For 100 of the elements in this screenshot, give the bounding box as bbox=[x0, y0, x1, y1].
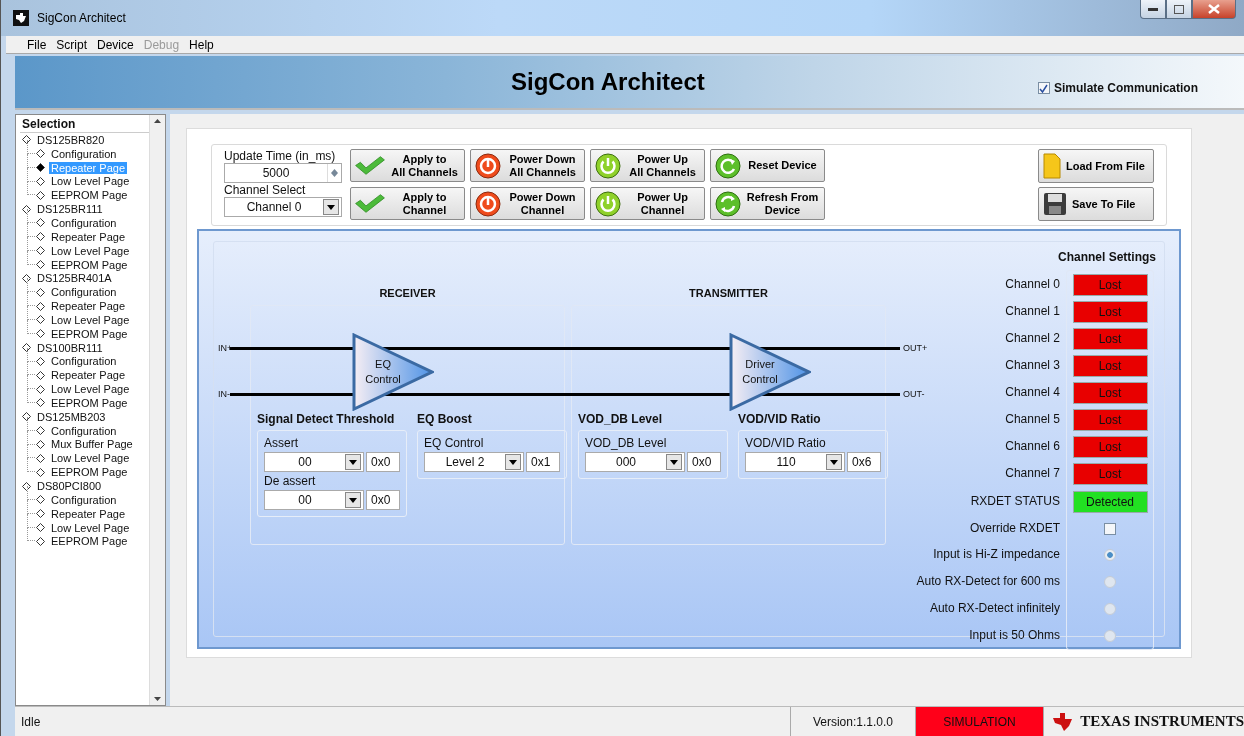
field-label: Assert bbox=[264, 436, 299, 450]
value-dropdown[interactable]: 00 bbox=[264, 490, 364, 510]
spin-down-icon[interactable] bbox=[331, 173, 338, 177]
channel-label: Channel 0 bbox=[1005, 275, 1060, 293]
status-indicator: Lost bbox=[1072, 462, 1148, 485]
tree-item[interactable]: DS125BR401A bbox=[35, 272, 114, 285]
action-button[interactable]: Power Up All Channels bbox=[590, 149, 705, 182]
tree-item[interactable]: Low Level Page bbox=[49, 244, 132, 257]
simulation-indicator: SIMULATION bbox=[915, 707, 1045, 736]
file-button[interactable]: Load From File bbox=[1038, 149, 1154, 183]
caret-icon bbox=[349, 497, 357, 503]
value-dropdown[interactable]: Level 2 bbox=[424, 452, 524, 472]
mode-radio[interactable] bbox=[1104, 548, 1116, 561]
mode-radio[interactable] bbox=[1104, 575, 1116, 588]
tree-item[interactable]: Repeater Page bbox=[49, 369, 127, 382]
tree-item[interactable]: DS125BR820 bbox=[35, 133, 107, 146]
window-title: SigCon Architect bbox=[37, 11, 126, 25]
value-dropdown[interactable]: 00 bbox=[264, 452, 364, 472]
tree-item[interactable]: DS100BR111 bbox=[35, 341, 105, 354]
action-button[interactable]: Apply to Channel bbox=[350, 187, 465, 220]
value-dropdown[interactable]: 110 bbox=[745, 452, 845, 472]
action-button[interactable]: Power Down Channel bbox=[470, 187, 585, 220]
update-time-field[interactable]: 5000 bbox=[224, 163, 342, 183]
simulate-label: Simulate Communication bbox=[1053, 81, 1198, 95]
action-button[interactable]: Power Down All Channels bbox=[470, 149, 585, 182]
hex-value: 0x6 bbox=[847, 452, 881, 472]
tree-item[interactable]: DS125MB203 bbox=[35, 410, 108, 423]
menu-item[interactable]: Help bbox=[184, 37, 219, 52]
mode-label: Input is Hi-Z impedance bbox=[933, 545, 1060, 563]
tree-item[interactable]: EEPROM Page bbox=[49, 189, 130, 202]
simulate-checkbox[interactable] bbox=[1037, 82, 1050, 94]
diamond-icon bbox=[22, 273, 31, 283]
tree-item[interactable]: Low Level Page bbox=[49, 452, 132, 465]
caret-icon bbox=[830, 459, 838, 465]
tree-item[interactable]: Configuration bbox=[49, 355, 119, 368]
maximize-button[interactable] bbox=[1166, 0, 1192, 19]
menu-item[interactable]: Script bbox=[51, 37, 93, 52]
group-title: VOD_DB Level bbox=[578, 412, 664, 428]
mode-label: Input is 50 Ohms bbox=[969, 626, 1060, 644]
diamond-icon bbox=[22, 343, 31, 353]
scroll-up-icon[interactable] bbox=[154, 119, 161, 123]
channel-label: Channel 6 bbox=[1005, 437, 1060, 455]
tree-item[interactable]: Low Level Page bbox=[49, 313, 132, 326]
action-button[interactable]: Apply to All Channels bbox=[350, 149, 465, 182]
tree-item[interactable]: EEPROM Page bbox=[49, 396, 130, 409]
tree-item[interactable]: Low Level Page bbox=[49, 521, 132, 534]
tree-item[interactable]: Configuration bbox=[49, 147, 119, 160]
tree-item[interactable]: DS125BR111 bbox=[35, 203, 105, 216]
tree-item[interactable]: EEPROM Page bbox=[49, 258, 130, 271]
spin-up-icon[interactable] bbox=[331, 169, 338, 173]
tree-item[interactable]: Low Level Page bbox=[49, 175, 132, 188]
channel-select-dropdown[interactable]: Channel 0 bbox=[224, 197, 342, 217]
document-icon bbox=[1043, 153, 1061, 179]
scrollbar[interactable] bbox=[149, 115, 165, 705]
tree-item[interactable]: Repeater Page bbox=[49, 300, 127, 313]
brand-logo-icon bbox=[1052, 711, 1075, 732]
value-dropdown[interactable]: 000 bbox=[585, 452, 685, 472]
tree-item[interactable]: Configuration bbox=[49, 424, 119, 437]
tree-item[interactable]: Repeater Page bbox=[49, 230, 127, 243]
power-icon bbox=[474, 151, 502, 180]
tree-item[interactable]: EEPROM Page bbox=[49, 466, 130, 479]
override-checkbox[interactable] bbox=[1104, 523, 1116, 535]
port-label: IN- bbox=[218, 389, 230, 399]
brand-name: TEXAS INSTRUMENTS bbox=[1080, 713, 1244, 730]
menu-item[interactable]: Device bbox=[92, 37, 139, 52]
scroll-down-icon[interactable] bbox=[154, 697, 161, 701]
section-title: RECEIVER bbox=[378, 287, 437, 301]
power-icon bbox=[594, 189, 622, 218]
rxdet-label: RXDET STATUS bbox=[970, 493, 1060, 510]
version-text: Version:1.1.0.0 bbox=[791, 707, 916, 736]
diamond-icon bbox=[22, 135, 31, 145]
settings-title: Channel Settings bbox=[1058, 250, 1154, 264]
diamond-icon bbox=[22, 481, 31, 491]
tree-item[interactable]: EEPROM Page bbox=[49, 535, 130, 548]
tree-item[interactable]: Low Level Page bbox=[49, 383, 132, 396]
action-button[interactable]: Refresh From Device bbox=[710, 187, 825, 220]
mode-radio[interactable] bbox=[1104, 602, 1116, 615]
action-button[interactable]: Power Up Channel bbox=[590, 187, 705, 220]
close-button[interactable] bbox=[1192, 0, 1236, 19]
app-title: SigCon Architect bbox=[511, 68, 705, 96]
mode-radio[interactable] bbox=[1104, 629, 1116, 642]
channel-label: Channel 5 bbox=[1005, 410, 1060, 428]
tree-item[interactable]: Configuration bbox=[49, 286, 119, 299]
tree-item[interactable]: Configuration bbox=[49, 493, 119, 506]
field-label: De assert bbox=[264, 474, 317, 488]
maximize-icon bbox=[1174, 4, 1184, 14]
status-indicator: Detected bbox=[1072, 491, 1148, 513]
group-title: Signal Detect Threshold bbox=[257, 412, 396, 428]
tree-item[interactable]: DS80PCI800 bbox=[35, 480, 104, 492]
tree-item[interactable]: Configuration bbox=[49, 217, 119, 229]
tree-item[interactable]: EEPROM Page bbox=[49, 327, 130, 340]
file-button[interactable]: Save To File bbox=[1038, 187, 1154, 221]
menu-item[interactable]: File bbox=[22, 37, 52, 52]
action-button[interactable]: Reset Device bbox=[710, 149, 825, 182]
channel-label: Channel 1 bbox=[1005, 302, 1060, 320]
diamond-icon bbox=[22, 412, 31, 422]
tree-item[interactable]: Repeater Page bbox=[49, 507, 127, 520]
caret-icon bbox=[349, 459, 357, 465]
tree-item[interactable]: Mux Buffer Page bbox=[49, 438, 135, 451]
minimize-button[interactable] bbox=[1140, 0, 1166, 19]
